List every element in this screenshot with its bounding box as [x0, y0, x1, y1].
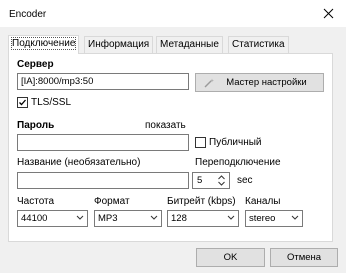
bitrate-label: Битрейт (kbps) — [167, 196, 236, 207]
channels-label: Каналы — [245, 196, 281, 207]
tls-label: TLS/SSL — [31, 97, 72, 108]
frequency-select[interactable]: 44100 — [17, 210, 88, 227]
channels-value: stereo — [249, 213, 276, 224]
close-button[interactable] — [310, 0, 346, 27]
tab-information[interactable]: Информация — [84, 36, 154, 53]
format-value: MP3 — [98, 213, 118, 224]
show-password-link[interactable]: показать — [145, 120, 186, 131]
tab-metadata-label: Метаданные — [160, 39, 219, 50]
tab-connection[interactable]: Подключение — [8, 35, 80, 54]
tls-checkbox[interactable] — [17, 97, 28, 108]
reconnect-spinner[interactable]: 5 — [192, 172, 230, 189]
cancel-button[interactable]: Отмена — [270, 248, 338, 267]
tab-connection-label: Подключение — [10, 37, 77, 50]
setup-wizard-button[interactable]: Мастер настройки — [195, 73, 324, 92]
public-label: Публичный — [209, 137, 262, 148]
reconnect-label: Переподключение — [195, 157, 281, 168]
checkmark-icon — [19, 99, 26, 106]
password-label: Пароль — [17, 120, 55, 131]
bitrate-value: 128 — [171, 213, 187, 224]
reconnect-value: 5 — [197, 175, 203, 186]
server-input[interactable]: [IA]:8000/mp3:50 — [17, 73, 189, 90]
chevron-down-icon — [150, 215, 158, 220]
ok-button[interactable]: OK — [196, 248, 265, 267]
name-input[interactable] — [17, 172, 189, 189]
tab-statistics-label: Статистика — [232, 39, 285, 50]
public-checkbox[interactable] — [195, 137, 206, 148]
bitrate-select[interactable]: 128 — [167, 210, 239, 227]
frequency-value: 44100 — [21, 213, 48, 224]
channels-select[interactable]: stereo — [245, 210, 303, 227]
password-input[interactable] — [17, 134, 189, 151]
reconnect-unit: sec — [237, 175, 253, 186]
chevron-down-icon — [76, 215, 84, 220]
close-icon — [323, 8, 333, 19]
server-label: Сервер — [17, 59, 54, 70]
tab-information-label: Информация — [88, 39, 150, 50]
wand-icon — [204, 78, 214, 88]
name-label: Название (необязательно) — [17, 157, 141, 168]
chevron-down-icon — [227, 215, 235, 220]
connection-panel: Сервер [IA]:8000/mp3:50 Мастер настройки… — [8, 53, 333, 242]
window-title: Encoder — [9, 9, 47, 20]
setup-wizard-label: Мастер настройки — [226, 77, 307, 88]
tab-statistics[interactable]: Статистика — [228, 36, 289, 53]
title-bar: Encoder — [0, 0, 346, 27]
format-select[interactable]: MP3 — [94, 210, 162, 227]
chevron-down-icon — [291, 215, 299, 220]
format-label: Формат — [94, 196, 130, 207]
frequency-label: Частота — [17, 196, 55, 207]
spin-arrows-icon[interactable] — [217, 174, 226, 187]
tab-metadata[interactable]: Метаданные — [156, 36, 223, 53]
